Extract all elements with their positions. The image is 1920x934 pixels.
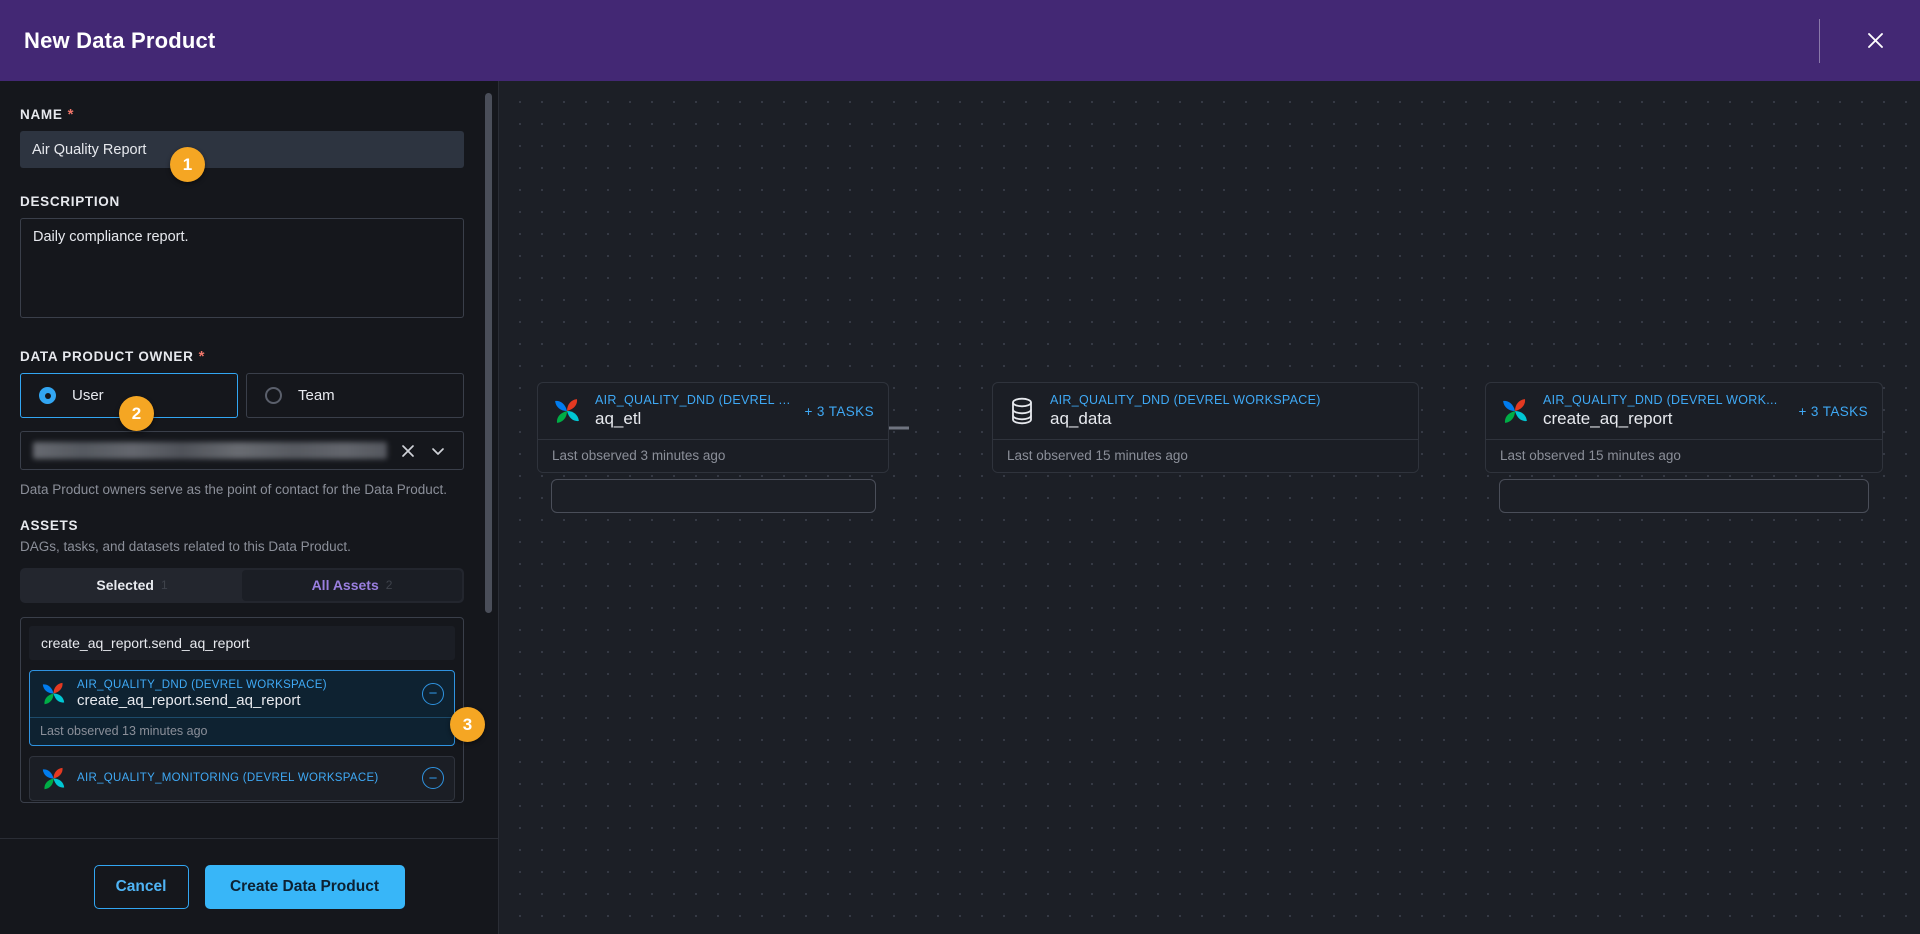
asset-card-header: AIR_QUALITY_MONITORING (DEVREL WORKSPACE… <box>30 757 454 800</box>
cancel-button[interactable]: Cancel <box>94 865 189 909</box>
clear-owner-icon[interactable] <box>393 435 423 467</box>
graph-node-meta: AIR_QUALITY_DND (DEVREL WORK... aq_etl <box>595 393 791 429</box>
name-input-value: Air Quality Report <box>32 142 146 158</box>
radio-unselected-icon <box>265 387 282 404</box>
header-divider <box>1819 19 1820 63</box>
name-required-marker: * <box>68 107 75 122</box>
graph-node-name: aq_data <box>1050 409 1404 429</box>
graph-node-observed: Last observed 15 minutes ago <box>993 439 1418 472</box>
owner-type-radio-group: User Team <box>20 373 464 418</box>
remove-asset-button[interactable]: − <box>422 683 444 705</box>
lineage-graph-canvas[interactable]: AIR_QUALITY_DND (DEVREL WORK... aq_etl +… <box>499 81 1920 934</box>
owner-helper-text: Data Product owners serve as the point o… <box>20 480 468 500</box>
modal-body: NAME * Air Quality Report DESCRIPTION DA… <box>0 81 1920 934</box>
airflow-pinwheel-icon <box>552 396 582 426</box>
tab-all-assets-label: All Assets <box>312 577 379 593</box>
owner-required-marker: * <box>199 349 206 364</box>
form-scrollbar[interactable] <box>488 87 495 742</box>
graph-node-workspace: AIR_QUALITY_DND (DEVREL WORK... <box>1543 393 1785 407</box>
asset-card-header: AIR_QUALITY_DND (DEVREL WORKSPACE) creat… <box>30 671 454 717</box>
assets-list: create_aq_report.send_aq_report <box>20 617 464 803</box>
airflow-pinwheel-icon <box>1500 396 1530 426</box>
form-scroll-area: NAME * Air Quality Report DESCRIPTION DA… <box>0 81 498 838</box>
add-asset-button[interactable]: − <box>422 767 444 789</box>
name-label-text: NAME <box>20 107 63 122</box>
graph-node-name: create_aq_report <box>1543 409 1785 429</box>
page-title: New Data Product <box>24 28 215 54</box>
step-badge-3: 3 <box>450 707 485 742</box>
tab-selected-count: 1 <box>161 578 168 592</box>
radio-selected-icon <box>39 387 56 404</box>
node-stack-ghost <box>1499 479 1869 513</box>
graph-node-meta: AIR_QUALITY_DND (DEVREL WORKSPACE) aq_da… <box>1050 393 1404 429</box>
step-badge-2: 2 <box>119 396 154 431</box>
asset-workspace: AIR_QUALITY_MONITORING (DEVREL WORKSPACE… <box>77 772 412 784</box>
chevron-down-icon[interactable] <box>423 435 453 467</box>
graph-node-header: AIR_QUALITY_DND (DEVREL WORKSPACE) aq_da… <box>993 383 1418 439</box>
tab-all-assets[interactable]: All Assets 2 <box>242 570 462 601</box>
asset-meta: AIR_QUALITY_DND (DEVREL WORKSPACE) creat… <box>77 679 412 709</box>
graph-node-header: AIR_QUALITY_DND (DEVREL WORK... aq_etl +… <box>538 383 888 439</box>
asset-workspace: AIR_QUALITY_DND (DEVREL WORKSPACE) <box>77 679 412 691</box>
new-data-product-modal: New Data Product NAME * Air Quality Repo… <box>0 0 1920 934</box>
tab-all-assets-count: 2 <box>386 578 393 592</box>
step-badge-1: 1 <box>170 147 205 182</box>
description-label: DESCRIPTION <box>20 194 476 209</box>
graph-node-observed: Last observed 3 minutes ago <box>538 439 888 472</box>
modal-footer: Cancel Create Data Product <box>0 838 498 934</box>
graph-node-task-count[interactable]: + 3 TASKS <box>1798 404 1868 419</box>
owner-select[interactable] <box>20 431 464 470</box>
form-panel: NAME * Air Quality Report DESCRIPTION DA… <box>0 81 499 934</box>
list-item[interactable]: AIR_QUALITY_DND (DEVREL WORKSPACE) creat… <box>29 670 455 746</box>
database-icon <box>1007 396 1037 426</box>
graph-node-meta: AIR_QUALITY_DND (DEVREL WORK... create_a… <box>1543 393 1785 429</box>
asset-observed: Last observed 13 minutes ago <box>30 717 454 745</box>
assets-tabs: Selected 1 All Assets 2 <box>20 568 464 603</box>
asset-name: create_aq_report.send_aq_report <box>77 692 412 709</box>
airflow-pinwheel-icon <box>40 680 67 707</box>
owner-label: DATA PRODUCT OWNER * <box>20 349 476 364</box>
owner-option-user-label: User <box>72 387 104 404</box>
description-label-text: DESCRIPTION <box>20 194 120 209</box>
graph-node-task-count[interactable]: + 3 TASKS <box>804 404 874 419</box>
asset-search-value: create_aq_report.send_aq_report <box>41 635 250 651</box>
owner-label-text: DATA PRODUCT OWNER <box>20 349 194 364</box>
tab-selected-label: Selected <box>96 577 154 593</box>
tab-selected[interactable]: Selected 1 <box>22 570 242 601</box>
graph-node-observed: Last observed 15 minutes ago <box>1486 439 1882 472</box>
graph-node-aq-data[interactable]: AIR_QUALITY_DND (DEVREL WORKSPACE) aq_da… <box>992 382 1419 473</box>
asset-meta: AIR_QUALITY_MONITORING (DEVREL WORKSPACE… <box>77 772 412 784</box>
airflow-pinwheel-icon <box>40 765 67 792</box>
graph-node-workspace: AIR_QUALITY_DND (DEVREL WORK... <box>595 393 791 407</box>
assets-subtitle: DAGs, tasks, and datasets related to thi… <box>20 539 476 554</box>
description-input[interactable] <box>20 218 464 318</box>
graph-node-name: aq_etl <box>595 409 791 429</box>
graph-node-create-aq-report[interactable]: AIR_QUALITY_DND (DEVREL WORK... create_a… <box>1485 382 1883 473</box>
list-item[interactable]: AIR_QUALITY_MONITORING (DEVREL WORKSPACE… <box>29 756 455 801</box>
create-data-product-button[interactable]: Create Data Product <box>205 865 405 909</box>
assets-label: ASSETS <box>20 518 476 533</box>
owner-select-value <box>33 442 387 459</box>
close-icon[interactable] <box>1858 24 1892 58</box>
graph-node-header: AIR_QUALITY_DND (DEVREL WORK... create_a… <box>1486 383 1882 439</box>
header-actions <box>1819 19 1892 63</box>
modal-header: New Data Product <box>0 0 1920 81</box>
node-stack-ghost <box>551 479 876 513</box>
graph-node-workspace: AIR_QUALITY_DND (DEVREL WORKSPACE) <box>1050 393 1404 407</box>
name-input[interactable]: Air Quality Report <box>20 131 464 168</box>
form-scrollbar-thumb[interactable] <box>485 93 492 613</box>
owner-option-team[interactable]: Team <box>246 373 464 418</box>
name-label: NAME * <box>20 107 476 122</box>
graph-node-aq-etl[interactable]: AIR_QUALITY_DND (DEVREL WORK... aq_etl +… <box>537 382 889 473</box>
owner-option-team-label: Team <box>298 387 335 404</box>
asset-search-input[interactable]: create_aq_report.send_aq_report <box>29 626 455 660</box>
